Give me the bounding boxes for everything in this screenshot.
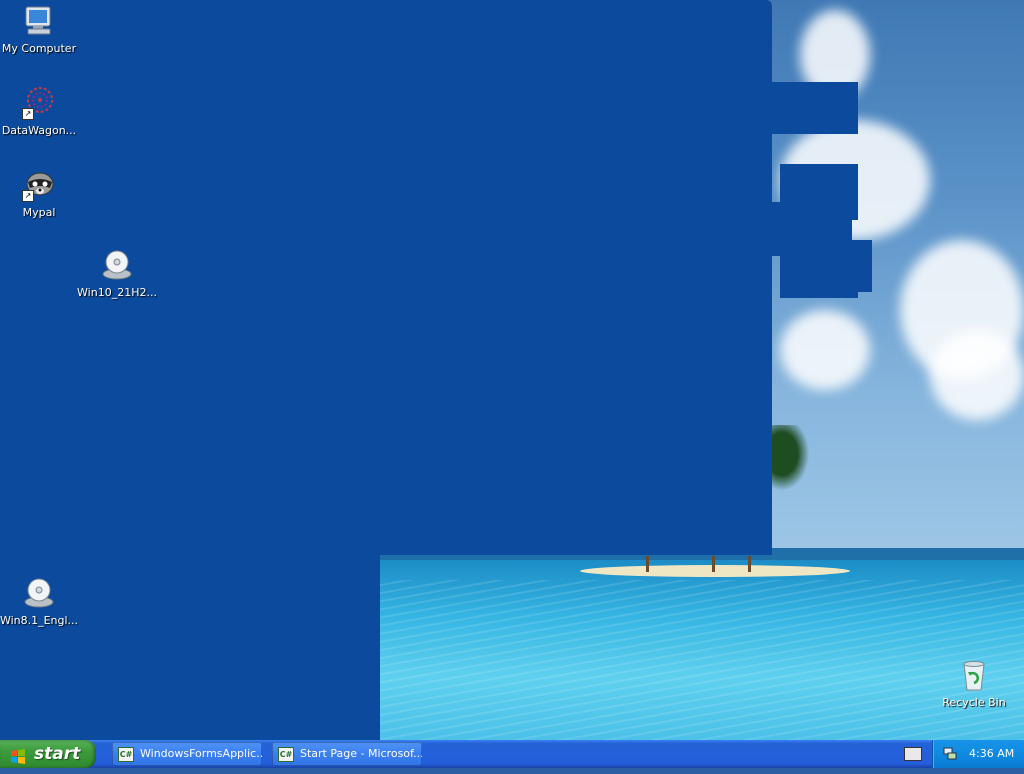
my-computer-icon xyxy=(22,4,56,38)
desktop-icon-my-computer[interactable]: My Computer xyxy=(0,4,79,55)
desktop-icon-label: Win8.1_Engl... xyxy=(0,614,79,627)
desktop-icon-label: Mypal xyxy=(22,206,56,219)
desktop-icon-label: DataWagon... xyxy=(1,124,77,137)
wallpaper-palm xyxy=(646,556,649,572)
window-remnant-fragment xyxy=(772,82,858,134)
datawagon-icon: ↗ xyxy=(22,86,56,120)
start-button[interactable]: start xyxy=(0,740,96,768)
desktop-icon-label: My Computer xyxy=(1,42,77,55)
disc-image-icon xyxy=(22,576,56,610)
tray-clock[interactable]: 4:36 AM xyxy=(969,740,1014,768)
keyboard-icon[interactable] xyxy=(904,747,922,761)
recycle-bin-icon xyxy=(957,658,991,692)
csharp-app-icon: C# xyxy=(278,747,294,762)
system-tray: 4:36 AM xyxy=(932,740,1024,768)
wallpaper-palm xyxy=(748,556,751,572)
taskbar-button-start-page[interactable]: C# Start Page - Microsof... xyxy=(272,742,422,766)
start-label: start xyxy=(34,744,81,764)
taskbar-button-label: Start Page - Microsof... xyxy=(300,747,422,760)
taskbar-button-windowsformsapp[interactable]: C# WindowsFormsApplic... xyxy=(112,742,262,766)
desktop-icon-win10-iso[interactable]: Win10_21H2... xyxy=(77,248,157,299)
wallpaper-sandbar xyxy=(580,565,850,577)
desktop-icon-label: Win10_21H2... xyxy=(77,286,157,299)
wallpaper-palm-leaves xyxy=(768,425,814,497)
shortcut-arrow-icon: ↗ xyxy=(22,108,34,120)
wallpaper-cloud xyxy=(780,310,870,390)
disc-image-icon xyxy=(100,248,134,282)
wallpaper-cloud xyxy=(930,330,1024,420)
mypal-raccoon-icon: ↗ xyxy=(22,168,56,202)
shortcut-arrow-icon: ↗ xyxy=(22,190,34,202)
desktop-icon-mypal[interactable]: ↗ Mypal xyxy=(0,168,79,219)
desktop-icon-recycle-bin[interactable]: Recycle Bin xyxy=(934,658,1014,709)
desktop-icon-label: Recycle Bin xyxy=(942,696,1006,709)
csharp-app-icon: C# xyxy=(118,747,134,762)
taskbar-button-label: WindowsFormsApplic... xyxy=(140,747,262,760)
desktop-icon-datawagon[interactable]: ↗ DataWagon... xyxy=(0,86,79,137)
network-icon[interactable] xyxy=(943,746,957,760)
wallpaper-palm xyxy=(712,556,715,572)
window-remnant-fragment xyxy=(780,286,858,298)
windows-flag-icon xyxy=(10,746,26,764)
window-remnant-fragment xyxy=(780,240,872,292)
taskbar: start C# WindowsFormsApplic... C# Start … xyxy=(0,740,1024,768)
desktop-icon-win81-iso[interactable]: Win8.1_Engl... xyxy=(0,576,79,627)
